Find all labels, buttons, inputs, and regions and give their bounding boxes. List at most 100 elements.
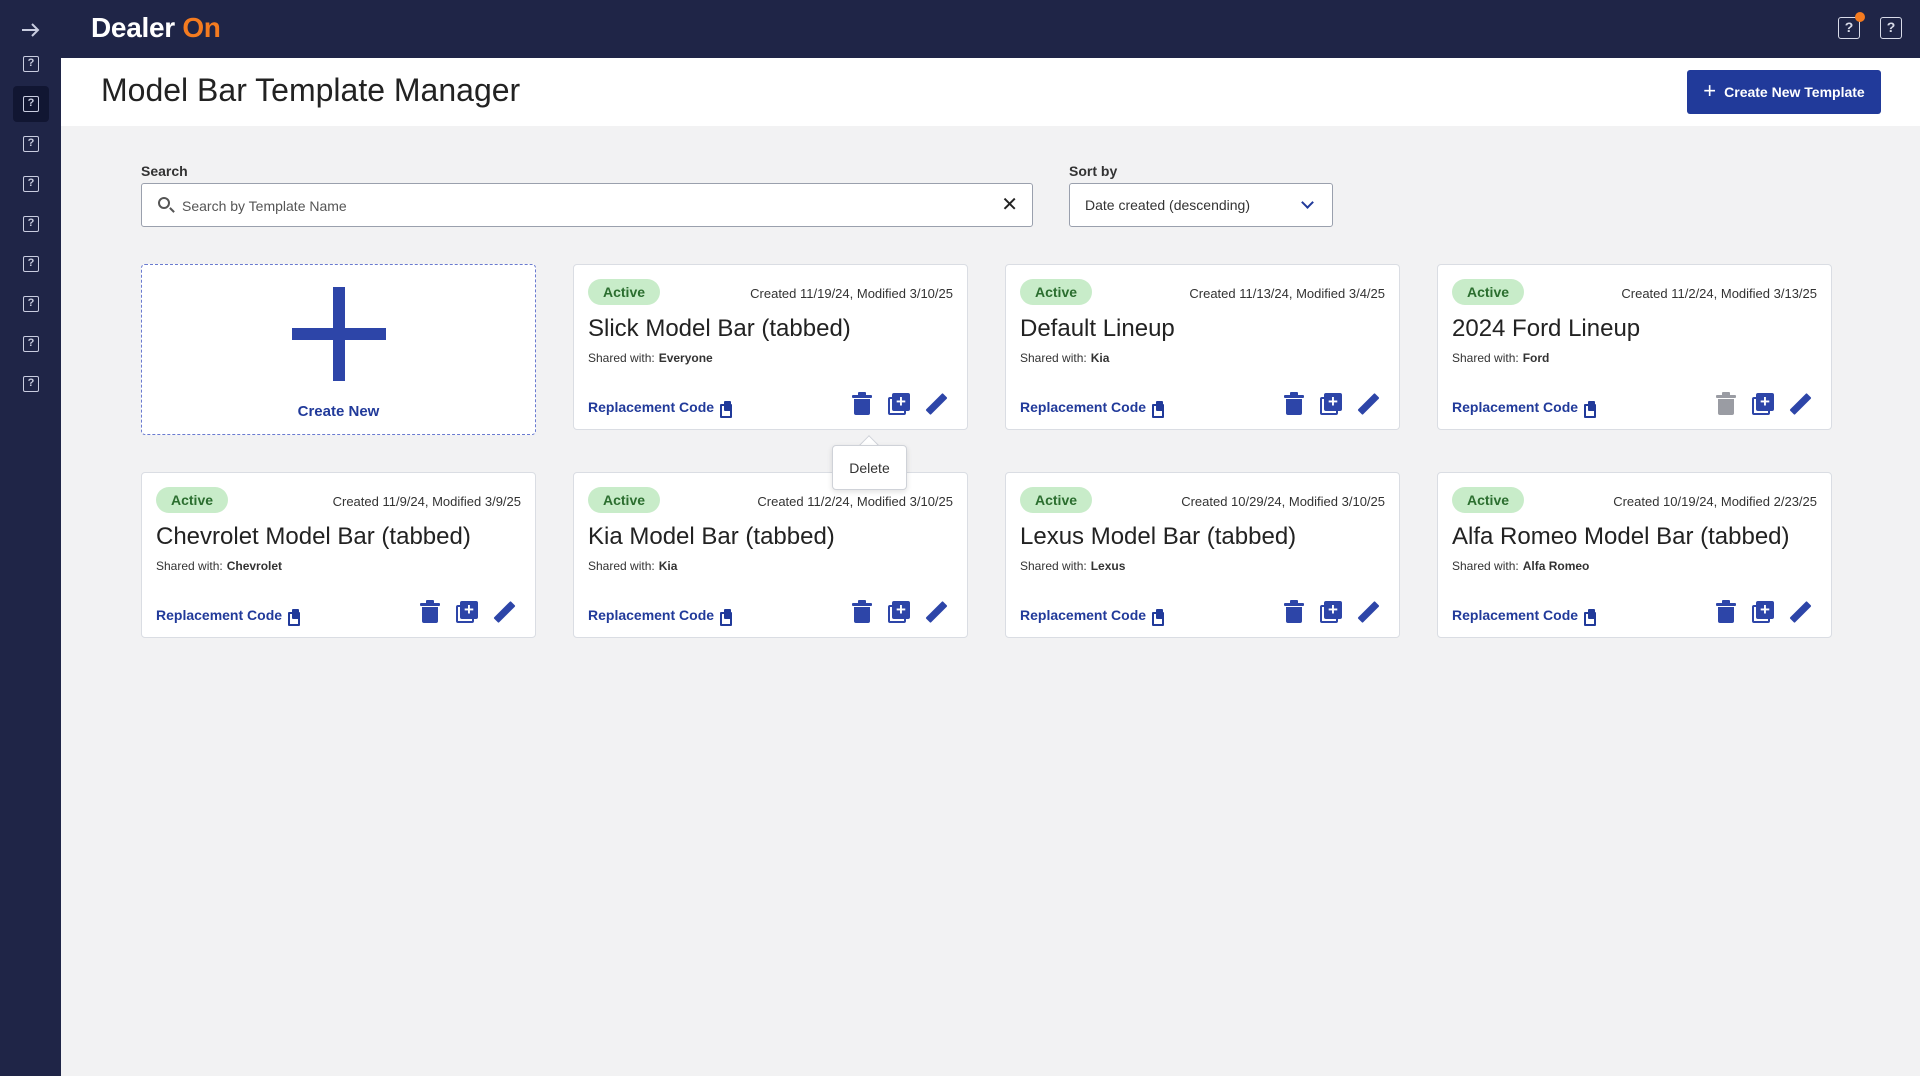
trash-icon-body [422, 607, 438, 623]
card-dates: Created 11/2/24, Modified 3/10/25 [757, 494, 953, 509]
create-new-template-button[interactable]: + Create New Template [1687, 70, 1881, 114]
rail-item-1[interactable]: ? [13, 46, 49, 82]
replacement-code-link[interactable]: Replacement Code [1020, 607, 1165, 626]
trash-icon-lid [1716, 395, 1736, 398]
edit-button[interactable] [925, 600, 948, 624]
edit-button[interactable] [1789, 392, 1812, 416]
delete-button[interactable] [1283, 600, 1305, 624]
logo[interactable]: Dealer On [91, 12, 221, 44]
trash-icon-body [1718, 607, 1734, 623]
duplicate-plus-icon: + [1324, 393, 1342, 411]
duplicate-plus-icon: + [1756, 393, 1774, 411]
help-button[interactable]: ? [1880, 17, 1902, 39]
trash-icon-body [854, 607, 870, 623]
search-input[interactable] [182, 194, 982, 218]
shared-with: Shared with: Lexus [1020, 559, 1125, 573]
page-title: Model Bar Template Manager [101, 72, 521, 108]
duplicate-plus-icon: + [460, 601, 478, 619]
delete-button[interactable] [1283, 392, 1305, 416]
shared-with-label: Shared with: [588, 351, 655, 365]
rail-item-3[interactable]: ? [13, 126, 49, 162]
card-actions: + [1283, 600, 1380, 624]
replacement-code-link[interactable]: Replacement Code [1452, 607, 1597, 626]
shared-with-label: Shared with: [1020, 559, 1087, 573]
sort-selected-value: Date created (descending) [1085, 197, 1250, 213]
expand-nav-button[interactable] [13, 12, 49, 48]
trash-icon-lid [852, 603, 872, 606]
edit-button[interactable] [493, 600, 516, 624]
sort-label: Sort by [1069, 163, 1118, 179]
help-square-icon: ? [23, 216, 39, 232]
delete-tooltip: Delete [832, 445, 907, 490]
delete-button[interactable] [851, 600, 873, 624]
replacement-code-label: Replacement Code [156, 607, 283, 623]
template-card[interactable]: Active Created 11/13/24, Modified 3/4/25… [1005, 264, 1400, 430]
rail-item-4[interactable]: ? [13, 166, 49, 202]
delete-button[interactable] [1715, 600, 1737, 624]
edit-button[interactable] [925, 392, 948, 416]
rail-item-7[interactable]: ? [13, 286, 49, 322]
sort-select[interactable]: Date created (descending) [1069, 183, 1333, 227]
create-new-label: Create New [297, 403, 380, 420]
rail-item-8[interactable]: ? [13, 326, 49, 362]
notification-dot [1855, 12, 1865, 22]
template-card[interactable]: Active Created 11/9/24, Modified 3/9/25 … [141, 472, 536, 638]
shared-with-value: Chevrolet [226, 559, 283, 573]
trash-icon-lid [1284, 395, 1304, 398]
card-title: Kia Model Bar (tabbed) [588, 523, 835, 550]
left-rail: ? ? ? ? ? ? ? ? ? [0, 0, 61, 1076]
card-title: Default Lineup [1020, 315, 1175, 342]
replacement-code-link[interactable]: Replacement Code [156, 607, 301, 626]
replacement-code-link[interactable]: Replacement Code [588, 399, 733, 418]
rail-item-5[interactable]: ? [13, 206, 49, 242]
clear-search-icon[interactable]: ✕ [1001, 193, 1018, 217]
card-actions: + [1715, 600, 1812, 624]
trash-icon-lid [1716, 603, 1736, 606]
pencil-icon [925, 601, 948, 623]
create-new-card[interactable]: Create New [141, 264, 536, 435]
replacement-code-link[interactable]: Replacement Code [588, 607, 733, 626]
edit-button[interactable] [1357, 600, 1380, 624]
duplicate-button[interactable]: + [1320, 392, 1342, 416]
duplicate-button[interactable]: + [888, 392, 910, 416]
duplicate-button[interactable]: + [1752, 600, 1774, 624]
edit-button[interactable] [1357, 392, 1380, 416]
card-actions: + [851, 392, 948, 416]
delete-button[interactable] [1715, 392, 1737, 416]
duplicate-button[interactable]: + [1752, 392, 1774, 416]
duplicate-button[interactable]: + [456, 600, 478, 624]
shared-with-label: Shared with: [1452, 559, 1519, 573]
trash-icon-body [1286, 399, 1302, 415]
shared-with: Shared with: Alfa Romeo [1452, 559, 1589, 573]
rail-item-2[interactable]: ? [13, 86, 49, 122]
replacement-code-link[interactable]: Replacement Code [1020, 399, 1165, 418]
delete-button[interactable] [851, 392, 873, 416]
card-dates: Created 11/13/24, Modified 3/4/25 [1189, 286, 1385, 301]
help-square-icon: ? [23, 256, 39, 272]
replacement-code-link[interactable]: Replacement Code [1452, 399, 1597, 418]
card-title: Chevrolet Model Bar (tabbed) [156, 523, 471, 550]
help-square-icon: ? [23, 96, 39, 112]
search-field[interactable]: ✕ [141, 183, 1033, 227]
duplicate-button[interactable]: + [1320, 600, 1342, 624]
template-card[interactable]: Active Created 11/19/24, Modified 3/10/2… [573, 264, 968, 430]
duplicate-button[interactable]: + [888, 600, 910, 624]
card-actions: + [419, 600, 516, 624]
template-card[interactable]: Active Created 10/19/24, Modified 2/23/2… [1437, 472, 1832, 638]
template-card[interactable]: Active Created 11/2/24, Modified 3/13/25… [1437, 264, 1832, 430]
rail-item-6[interactable]: ? [13, 246, 49, 282]
status-badge: Active [1020, 279, 1093, 305]
replacement-code-label: Replacement Code [588, 607, 715, 623]
shared-with-value: Lexus [1090, 559, 1126, 573]
rail-item-9[interactable]: ? [13, 366, 49, 402]
shared-with-value: Kia [1090, 351, 1110, 365]
edit-button[interactable] [1789, 600, 1812, 624]
replacement-code-label: Replacement Code [1020, 399, 1147, 415]
template-card[interactable]: Active Created 11/2/24, Modified 3/10/25… [573, 472, 968, 638]
notifications-button[interactable]: ? [1838, 12, 1865, 39]
delete-button[interactable] [419, 600, 441, 624]
pencil-icon [1357, 601, 1380, 623]
template-card[interactable]: Active Created 10/29/24, Modified 3/10/2… [1005, 472, 1400, 638]
shared-with-value: Alfa Romeo [1522, 559, 1590, 573]
trash-icon-lid [852, 395, 872, 398]
